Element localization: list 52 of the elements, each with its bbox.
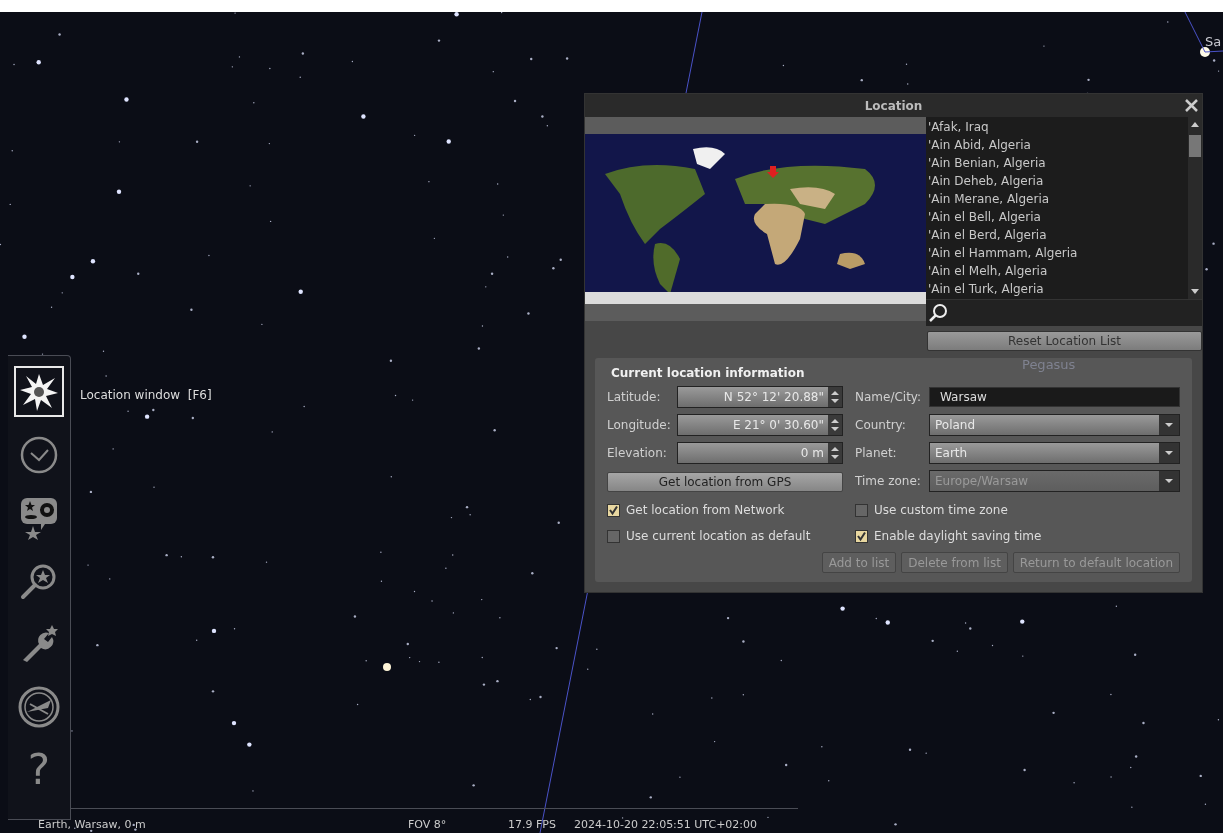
search-icon <box>928 303 948 323</box>
dropdown[interactable]: Earth <box>929 442 1180 464</box>
help-button[interactable]: ? <box>14 744 64 795</box>
spin-arrows-icon[interactable] <box>828 415 842 435</box>
field-label: Name/City: <box>855 390 923 404</box>
field-label: Elevation: <box>607 446 668 460</box>
location-item[interactable]: 'Afak, Iraq <box>928 118 1186 136</box>
spin-arrows-icon[interactable] <box>828 443 842 463</box>
spin-box[interactable]: 0 m <box>677 442 843 464</box>
reset-location-list-button[interactable]: Reset Location List <box>927 331 1202 351</box>
clock-icon <box>19 434 59 475</box>
location-item[interactable]: 'Ain Merane, Algeria <box>928 190 1186 208</box>
dropdown[interactable]: Poland <box>929 414 1180 436</box>
location-item[interactable]: 'Ain Abid, Algeria <box>928 136 1186 154</box>
checkbox[interactable] <box>607 529 620 543</box>
location-text: Earth, Warsaw, 0 m <box>38 818 147 831</box>
location-item[interactable]: 'Ain el Melh, Algeria <box>928 262 1186 280</box>
spin-box[interactable]: E 21° 0' 30.60" <box>677 414 843 436</box>
tooltip-text: Location window [F6] <box>80 388 212 402</box>
field-label: Longitude: <box>607 418 672 432</box>
fov-text: FOV 8° <box>408 818 448 831</box>
location-button[interactable] <box>14 366 64 417</box>
field-label: Latitude: <box>607 390 662 404</box>
telescope-emblem-icon <box>18 685 60 728</box>
location-item[interactable]: 'Ain el Turk, Algeria <box>928 280 1186 298</box>
checkbox-label: Use current location as default <box>626 529 811 543</box>
location-item[interactable]: 'Ain Benian, Algeria <box>928 154 1186 172</box>
checkbox[interactable] <box>607 503 620 517</box>
date-time-text: 2024-10-20 22:05:51 UTC+02:00 <box>574 818 758 831</box>
spin-box[interactable]: N 52° 12' 20.88" <box>677 386 843 408</box>
close-icon[interactable] <box>1185 99 1198 112</box>
checkbox-label: Use custom time zone <box>874 503 1008 517</box>
checkbox-label: Enable daylight saving time <box>874 529 1042 543</box>
field-label: Time zone: <box>855 474 922 488</box>
location-item[interactable]: 'Ain el Bell, Algeria <box>928 208 1186 226</box>
checkbox-label: Get location from Network <box>626 503 785 517</box>
planet-label: Sa <box>1205 34 1222 49</box>
field-label: Country: <box>855 418 907 432</box>
location-item[interactable]: 'Ain el Hammam, Algeria <box>928 244 1186 262</box>
fps-text: 17.9 FPS <box>508 818 557 831</box>
field-label: Planet: <box>855 446 898 460</box>
dialog-title: Location <box>864 98 923 113</box>
speech-bubble-icon <box>19 495 59 540</box>
checkbox[interactable] <box>855 503 868 517</box>
spin-arrows-icon[interactable] <box>828 387 842 407</box>
search-field[interactable] <box>926 299 1202 326</box>
gps-button[interactable]: Get location from GPS <box>607 472 843 492</box>
checkbox[interactable] <box>855 529 868 543</box>
location-item[interactable]: 'Ain el Berd, Algeria <box>928 226 1186 244</box>
constellation-label: Pegasus <box>1022 357 1076 372</box>
name-field[interactable]: Warsaw <box>929 387 1180 407</box>
location-item[interactable]: 'Ain Deheb, Algeria <box>928 172 1186 190</box>
